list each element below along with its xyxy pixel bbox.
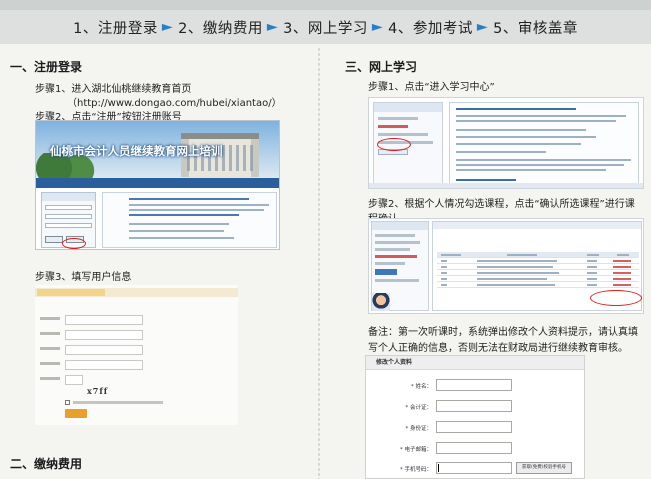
username-field[interactable]: [45, 205, 92, 210]
text-cursor: [438, 464, 439, 472]
captcha-input[interactable]: [65, 375, 83, 385]
first-lesson-note: 备注：第一次听课时，系统弹出修改个人资料提示，请认真填写个人正确的信息，否则无法…: [368, 327, 638, 354]
register-step-1-url[interactable]: （http://www.dongao.com/hubei/xiantao/）: [67, 94, 282, 109]
homepage-hero-image: 仙桃市会计人员继续教育网上培训: [36, 121, 279, 178]
modify-profile-screenshot: 修改个人资料 * 姓名： * 会计证： * 身份证： * 电子邮箱： * 手机号…: [365, 355, 585, 479]
email-input[interactable]: [436, 442, 512, 454]
guide-page: 1、注册登录 ► 2、缴纳费用 ► 3、网上学习 ► 4、参加考试 ► 5、审核…: [0, 0, 651, 479]
form-field-input[interactable]: [65, 330, 143, 340]
section-register-title: 一、注册登录: [10, 60, 83, 74]
news-line: [129, 237, 234, 239]
homepage-hero-title: 仙桃市会计人员继续教育网上培训: [50, 144, 223, 158]
login-button[interactable]: [45, 236, 63, 243]
process-step-1: 1、注册登录: [73, 20, 158, 37]
course-panel-header: [433, 222, 641, 229]
news-line: [129, 223, 229, 225]
news-panel-tag: [106, 196, 124, 218]
captcha-image-text: x7ff: [87, 386, 109, 396]
process-step-3: 3、网上学习: [283, 20, 368, 37]
process-step-4: 4、参加考试: [388, 20, 473, 37]
confirm-highlight-ring: [590, 290, 642, 306]
section-payment-title: 二、缴纳费用: [10, 457, 83, 471]
register-step-3: 步骤3、填写用户信息: [35, 272, 132, 283]
phone-input[interactable]: [436, 462, 512, 474]
user-sidebar-header: [374, 103, 442, 112]
process-step-2: 2、缴纳费用: [178, 20, 263, 37]
chevron-right-icon: ►: [266, 19, 279, 35]
submit-button[interactable]: [65, 409, 87, 418]
login-panel-header: [42, 193, 95, 201]
id-card-input[interactable]: [436, 421, 512, 433]
chevron-right-icon: ►: [161, 19, 174, 35]
announcement-panel: [449, 102, 639, 186]
course-selection-screenshot: [368, 218, 644, 314]
chevron-right-icon: ►: [371, 19, 384, 35]
course-table: [437, 252, 639, 288]
news-panel: [102, 192, 277, 248]
homepage-screenshot: 仙桃市会计人员继续教育网上培训: [35, 120, 280, 250]
news-line: [129, 214, 239, 216]
accountant-cert-input[interactable]: [436, 400, 512, 412]
process-steps-bar: 1、注册登录 ► 2、缴纳费用 ► 3、网上学习 ► 4、参加考试 ► 5、审核…: [0, 10, 651, 44]
news-line: [129, 204, 269, 206]
email-label: * 电子邮箱：: [400, 447, 432, 453]
password-field[interactable]: [45, 214, 92, 219]
news-line: [129, 209, 264, 211]
get-verification-code-button[interactable]: 获取(免费)校验手机号: [516, 462, 572, 474]
avatar: [372, 293, 390, 311]
table-row[interactable]: [437, 282, 639, 288]
name-input[interactable]: [436, 379, 512, 391]
captcha-field[interactable]: [45, 223, 92, 228]
top-banner: [0, 0, 651, 10]
form-field-input[interactable]: [65, 345, 143, 355]
form-field-input[interactable]: [65, 315, 143, 325]
process-step-5: 5、审核盖章: [493, 20, 578, 37]
agree-text: [73, 401, 163, 404]
news-line: [129, 230, 224, 232]
news-line: [129, 198, 249, 200]
user-sidebar-header: [372, 222, 428, 230]
section-study-title: 三、网上学习: [345, 60, 418, 74]
chevron-right-icon: ►: [476, 19, 489, 35]
column-divider: [318, 48, 320, 479]
register-highlight-ring: [62, 238, 86, 249]
phone-label: * 手机号码：: [400, 467, 432, 473]
study-step-1: 步骤1、点击“进入学习中心”: [368, 82, 495, 93]
form-field-input[interactable]: [65, 360, 143, 370]
sidebar-action-button[interactable]: [375, 269, 397, 275]
id-card-label: * 身份证：: [405, 426, 433, 432]
enter-study-highlight-ring: [377, 138, 411, 151]
form-notice-bar: [35, 288, 238, 297]
accountant-cert-label: * 会计证：: [405, 405, 433, 411]
agree-checkbox[interactable]: [65, 400, 70, 405]
study-center-screenshot: [368, 97, 644, 189]
name-label: * 姓名：: [411, 384, 432, 390]
user-info-form-screenshot: x7ff: [35, 285, 238, 425]
register-step-1: 步骤1、进入湖北仙桃继续教育首页: [35, 84, 192, 95]
modify-profile-title: 修改个人资料: [366, 356, 584, 370]
homepage-nav-bar: [36, 178, 279, 188]
